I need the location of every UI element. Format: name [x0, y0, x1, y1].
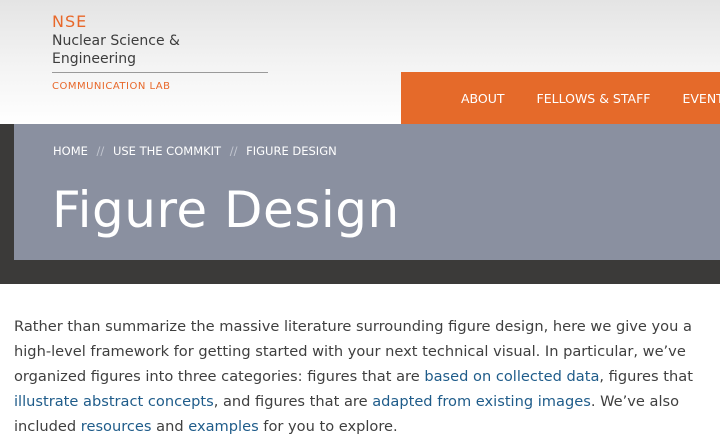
logo-subtitle: COMMUNICATION LAB: [52, 81, 171, 92]
site-header: NSE Nuclear Science & Engineering COMMUN…: [0, 0, 720, 124]
logo-short: NSE: [52, 12, 88, 31]
breadcrumb-separator: //: [229, 144, 238, 158]
main-nav: ABOUT FELLOWS & STAFF EVENTS: [401, 72, 720, 124]
breadcrumb-home[interactable]: HOME: [53, 144, 88, 158]
link-examples[interactable]: examples: [188, 418, 258, 435]
logo-name: Nuclear Science & Engineering: [52, 32, 268, 73]
breadcrumb-current: FIGURE DESIGN: [246, 144, 337, 158]
link-illustrate-abstract-concepts[interactable]: illustrate abstract concepts: [14, 393, 214, 410]
site-logo[interactable]: NSE Nuclear Science & Engineering COMMUN…: [52, 12, 272, 93]
intro-text: , figures that: [599, 368, 693, 385]
nav-item-about[interactable]: ABOUT: [461, 91, 505, 106]
intro-paragraph: Rather than summarize the massive litera…: [14, 314, 720, 436]
intro-text: , and figures that are: [213, 393, 373, 410]
breadcrumb-separator: //: [96, 144, 105, 158]
page-title: Figure Design: [52, 181, 400, 239]
breadcrumb-use-the-commkit[interactable]: USE THE COMMKIT: [113, 144, 221, 158]
breadcrumb: HOME // USE THE COMMKIT // FIGURE DESIGN: [53, 144, 337, 158]
nav-item-fellows-staff[interactable]: FELLOWS & STAFF: [537, 91, 651, 106]
intro-text: for you to explore.: [258, 418, 398, 435]
link-resources[interactable]: resources: [81, 418, 152, 435]
nav-item-events[interactable]: EVENTS: [682, 91, 720, 106]
intro-text: and: [151, 418, 189, 435]
link-adapted-from-existing-images[interactable]: adapted from existing images: [372, 393, 591, 410]
hero-banner: HOME // USE THE COMMKIT // FIGURE DESIGN…: [14, 124, 720, 260]
link-based-on-collected-data[interactable]: based on collected data: [424, 368, 599, 385]
